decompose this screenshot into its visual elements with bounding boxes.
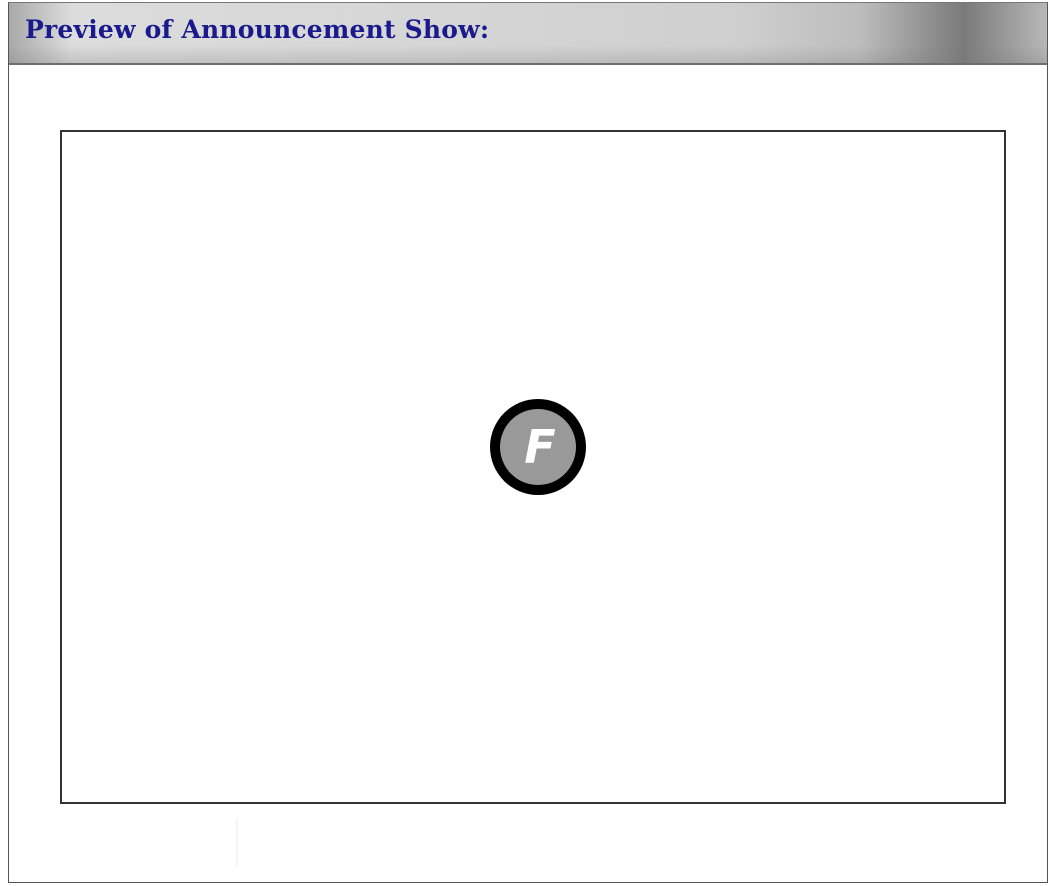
flash-player-icon-graphic: F bbox=[490, 399, 586, 495]
page-title: Preview of Announcement Show: bbox=[25, 15, 490, 44]
flash-icon-letter: F bbox=[524, 420, 555, 474]
announcement-preview-panel: Preview of Announcement Show: F bbox=[8, 2, 1048, 883]
divider bbox=[236, 818, 238, 866]
announcement-preview-frame[interactable]: F bbox=[60, 130, 1006, 804]
panel-header: Preview of Announcement Show: bbox=[9, 3, 1047, 65]
flash-player-icon[interactable]: F bbox=[482, 395, 594, 499]
